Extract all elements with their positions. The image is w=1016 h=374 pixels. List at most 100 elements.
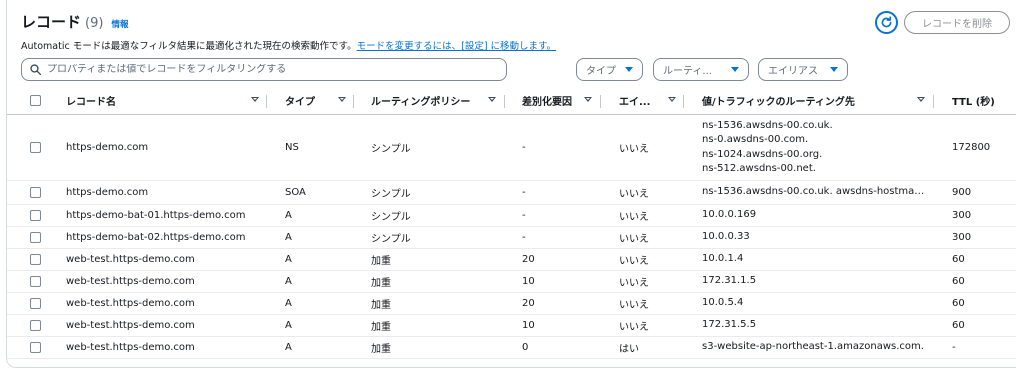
- cell-alias: いいえ: [619, 189, 649, 200]
- value-line: 10.0.0.33: [702, 231, 750, 243]
- routing-filter-label: ルーティ...: [663, 66, 712, 77]
- value-line: s3-website-ap-northeast-1.amazonaws.com.: [702, 341, 924, 353]
- row-checkbox[interactable]: [30, 342, 41, 353]
- cell-alias: いいえ: [619, 322, 649, 333]
- column-divider[interactable]: [353, 95, 354, 108]
- value-line: 10.0.0.169: [702, 209, 757, 221]
- cell-routing: シンプル: [371, 234, 411, 245]
- cell-diff: 20: [522, 298, 535, 309]
- cell-alias: いいえ: [619, 256, 649, 267]
- col-alias[interactable]: エイ...: [619, 87, 650, 114]
- info-link[interactable]: 情報: [111, 18, 128, 30]
- cell-ttl: 60: [952, 276, 965, 287]
- table-row[interactable]: web-test.https-demo.com A 加重 10 いいえ 172.31.1.…: [7, 271, 1016, 293]
- cell-ttl: -: [952, 342, 956, 353]
- cell-diff: 0: [522, 342, 529, 353]
- sort-icon[interactable]: [338, 97, 346, 102]
- cell-ttl: 60: [952, 254, 965, 265]
- table-row[interactable]: https-demo-bat-02.https-demo.com A シンプル - いい…: [7, 227, 1016, 249]
- col-type[interactable]: タイプ: [285, 87, 315, 114]
- select-all-cell: [30, 87, 41, 114]
- sort-icon[interactable]: [584, 97, 592, 102]
- table-header: レコード名 タイプ ルーティングポリシー 差別化要因 エイ... 値/トラフィッ…: [7, 87, 1016, 115]
- records-panel: レコード (9) 情報 レコードを削除 Automatic モードは最適なフィル…: [6, 0, 1016, 368]
- col-record-name[interactable]: レコード名: [66, 87, 116, 114]
- row-checkbox[interactable]: [30, 187, 41, 198]
- cell-type: A: [285, 298, 292, 309]
- table-row[interactable]: https-demo.com NS シンプル - いいえ ns-1536.awsdns-0…: [7, 115, 1016, 181]
- delete-records-button[interactable]: レコードを削除: [904, 11, 1010, 34]
- search-input[interactable]: [47, 64, 487, 75]
- table-row[interactable]: web-test.https-demo.com A 加重 0 はい s3-website-…: [7, 337, 1016, 359]
- row-checkbox[interactable]: [30, 320, 41, 331]
- cell-value: 10.0.1.4: [702, 249, 927, 270]
- search-icon: [30, 64, 41, 75]
- alias-filter-select[interactable]: エイリアス: [758, 58, 848, 81]
- sort-icon[interactable]: [668, 97, 676, 102]
- row-checkbox-cell: [30, 115, 41, 180]
- record-filter-search[interactable]: [21, 58, 507, 81]
- select-all-checkbox[interactable]: [30, 95, 41, 106]
- cell-type: A: [285, 342, 292, 353]
- routing-filter-select[interactable]: ルーティ...: [653, 58, 749, 81]
- table-row[interactable]: web-test.https-demo.com A 加重 20 いいえ 10.0.1.4 6…: [7, 249, 1016, 271]
- cell-type: A: [285, 232, 292, 243]
- col-differentiator[interactable]: 差別化要因: [522, 87, 572, 114]
- row-checkbox-cell: [30, 205, 41, 226]
- table-row[interactable]: web-test.https-demo.com A 加重 10 いいえ 172.31.5.…: [7, 315, 1016, 337]
- cell-diff: -: [522, 187, 526, 198]
- cell-type: A: [285, 210, 292, 221]
- column-divider[interactable]: [933, 95, 934, 108]
- cell-routing: シンプル: [371, 144, 411, 155]
- sort-icon[interactable]: [488, 97, 496, 102]
- row-checkbox[interactable]: [30, 254, 41, 265]
- record-count: (9): [85, 16, 104, 31]
- cell-value: 10.0.0.169: [702, 205, 927, 226]
- column-divider[interactable]: [266, 95, 267, 108]
- cell-alias: いいえ: [619, 234, 649, 245]
- cell-alias: いいえ: [619, 278, 649, 289]
- column-divider[interactable]: [600, 95, 601, 108]
- value-line: 10.0.5.4: [702, 297, 744, 309]
- value-line: ns-1536.awsdns-00.co.uk. awsdns-hostmast…: [702, 186, 927, 198]
- caret-down-icon: [731, 67, 739, 72]
- search-mode-description: Automatic モードは最適なフィルタ結果に最適化された現在の検索動作です。…: [21, 38, 556, 52]
- row-checkbox[interactable]: [30, 142, 41, 153]
- cell-ttl: 60: [952, 298, 965, 309]
- refresh-button[interactable]: [875, 11, 898, 34]
- cell-name: https-demo-bat-01.https-demo.com: [66, 210, 246, 221]
- records-table: レコード名 タイプ ルーティングポリシー 差別化要因 エイ... 値/トラフィッ…: [7, 87, 1016, 359]
- cell-name: https-demo.com: [66, 187, 149, 198]
- row-checkbox-cell: [30, 271, 41, 292]
- column-divider[interactable]: [504, 95, 505, 108]
- cell-alias: いいえ: [619, 144, 649, 155]
- sort-icon[interactable]: [251, 97, 259, 102]
- sort-icon[interactable]: [917, 97, 925, 102]
- type-filter-label: タイプ: [586, 66, 616, 77]
- value-line: ns-0.awsdns-00.com.: [702, 134, 809, 145]
- table-row[interactable]: https-demo.com SOA シンプル - いいえ ns-1536.awsdns-…: [7, 181, 1016, 205]
- row-checkbox[interactable]: [30, 210, 41, 221]
- description-text: Automatic モードは最適なフィルタ結果に最適化された現在の検索動作です。: [21, 41, 357, 52]
- cell-type: A: [285, 320, 292, 331]
- row-checkbox-cell: [30, 181, 41, 204]
- row-checkbox[interactable]: [30, 298, 41, 309]
- table-row[interactable]: web-test.https-demo.com A 加重 20 いいえ 10.0.5.4 6…: [7, 293, 1016, 315]
- column-divider[interactable]: [683, 95, 684, 108]
- cell-value: 10.0.5.4: [702, 293, 927, 314]
- cell-type: A: [285, 254, 292, 265]
- col-value[interactable]: 値/トラフィックのルーティング先: [702, 87, 855, 114]
- value-line: ns-1536.awsdns-00.co.uk.: [702, 119, 833, 131]
- cell-name: web-test.https-demo.com: [66, 254, 195, 265]
- type-filter-select[interactable]: タイプ: [576, 58, 643, 81]
- cell-routing: 加重: [371, 256, 391, 267]
- row-checkbox[interactable]: [30, 276, 41, 287]
- col-routing-policy[interactable]: ルーティングポリシー: [371, 87, 470, 114]
- change-mode-link[interactable]: モードを変更するには、[設定] に移動します。: [357, 41, 556, 52]
- row-checkbox[interactable]: [30, 232, 41, 243]
- col-ttl[interactable]: TTL (秒): [952, 87, 995, 114]
- value-line: ns-1024.awsdns-00.org.: [702, 148, 823, 160]
- cell-routing: シンプル: [371, 189, 411, 200]
- cell-alias: いいえ: [619, 212, 649, 223]
- table-row[interactable]: https-demo-bat-01.https-demo.com A シンプル - いい…: [7, 205, 1016, 227]
